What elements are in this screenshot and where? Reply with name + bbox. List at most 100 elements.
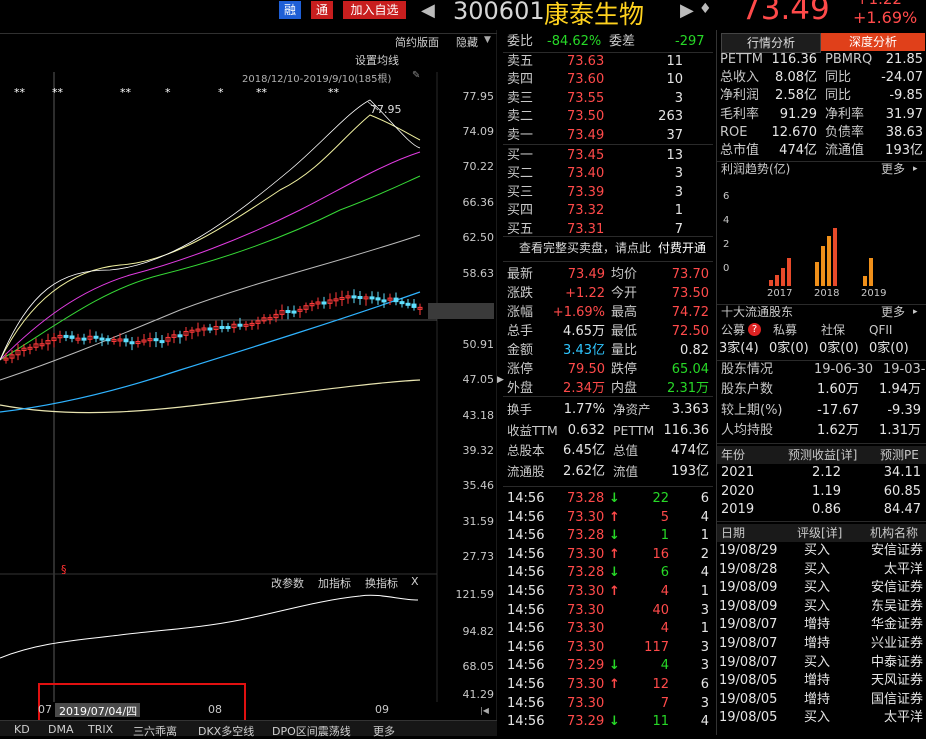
add-watchlist-button[interactable]: 加入自选 [343, 1, 406, 19]
candle [93, 335, 99, 339]
holder-value: 0家(0) [769, 341, 809, 356]
full-book-text: 查看完整买卖盘，请点此 [519, 241, 652, 255]
tick-price: 73.28 [567, 565, 605, 581]
forecast-year: 2021 [721, 465, 755, 480]
rating-value: 增持 [804, 636, 831, 651]
rating-date: 19/08/05 [719, 691, 778, 707]
tick-price: 73.30 [567, 677, 605, 692]
signal-mark: § [61, 563, 67, 576]
tick-volume: 40 [652, 602, 669, 618]
candle [411, 303, 417, 308]
rating-date: 19/08/09 [719, 598, 778, 614]
connect-badge[interactable]: 通 [311, 1, 333, 19]
tick-price: 73.30 [567, 584, 605, 599]
quote-value: 1.77% [563, 402, 605, 417]
indicator-tick: 41.29 [462, 688, 495, 701]
add-indicator-button[interactable]: 加指标 [318, 575, 351, 591]
kline-chart-panel[interactable]: 简约版面 隐藏 ▼ 设置均线 2018/12/10-2019/9/10(185根… [0, 30, 497, 738]
rating-date: 19/08/07 [719, 636, 778, 651]
ma250-line [0, 379, 421, 414]
next-stock-icon[interactable]: ▶ [680, 0, 694, 21]
metric-label: 毛利率 [720, 106, 760, 122]
tick-price: 73.30 [567, 639, 605, 655]
metric-value: 474亿 [779, 143, 817, 158]
profit-bar [821, 246, 825, 286]
top10-holders-title: 十大流通股东 [721, 305, 794, 319]
star-mark: ** [328, 86, 339, 99]
metric-value: 2.58亿 [775, 88, 817, 104]
price-tick: 70.22 [462, 160, 495, 173]
help-icon[interactable]: ? [748, 323, 761, 336]
rating-head[interactable]: 评级[详] [797, 524, 842, 542]
bid-price: 73.39 [567, 184, 605, 200]
scroll-left-icon[interactable]: |◀ [480, 706, 489, 715]
forecast-eps: 1.19 [812, 483, 841, 499]
metric-label: 净利率 [825, 106, 865, 122]
tick-volume: 4 [660, 584, 669, 599]
chevron-right-icon[interactable]: ▸ [913, 307, 918, 317]
indicator-tick: 68.05 [462, 660, 495, 673]
metric-value: 193亿 [885, 143, 923, 158]
full-book-link[interactable]: 付费开通 [658, 239, 706, 257]
close-icon[interactable]: X [411, 575, 419, 588]
indicator-tab[interactable]: DMA [48, 723, 74, 736]
tick-price: 73.30 [567, 621, 605, 637]
indicator-tab[interactable]: DPO区间震荡线 [272, 723, 351, 739]
quote-label: 跌停 [611, 362, 638, 377]
tick-volume: 12 [652, 677, 669, 692]
margin-badge[interactable]: 融 [279, 1, 301, 19]
metric-label: 同比 [825, 70, 852, 86]
profit-y-tick: 6 [723, 191, 730, 202]
star-mark: * [218, 86, 224, 99]
weicha-value: -297 [675, 34, 705, 49]
profit-trend-chart [769, 228, 873, 286]
edit-params-button[interactable]: 改参数 [271, 575, 304, 591]
tick-time: 14:56 [507, 565, 545, 581]
indicator-tab[interactable]: 三六乖离 [133, 723, 177, 739]
tab-deep-analysis[interactable]: 深度分析 [821, 33, 925, 51]
forecast-eps: 2.12 [812, 465, 841, 480]
rating-org: 华金证券 [870, 617, 923, 633]
tick-time: 14:56 [507, 602, 545, 618]
tick-count: 4 [700, 509, 709, 525]
holder-type: 社保 [821, 323, 846, 337]
chevron-right-icon[interactable]: ▸ [913, 164, 918, 174]
quote-value: +1.22 [565, 286, 605, 301]
switch-indicator-button[interactable]: 换指标 [365, 575, 398, 591]
bell-icon[interactable]: ♦ [699, 1, 712, 17]
price-tick: 66.36 [462, 196, 495, 209]
bid-price: 73.40 [567, 166, 605, 182]
tab-market-analysis[interactable]: 行情分析 [721, 33, 821, 53]
candle [69, 335, 75, 339]
profit-y-tick: 0 [723, 263, 730, 274]
rating-date: 19/08/05 [719, 673, 778, 689]
indicator-tab[interactable]: 更多 [373, 723, 395, 739]
rating-org: 安信证券 [870, 543, 923, 558]
quote-label: 涨停 [507, 362, 534, 377]
bid-volume: 3 [674, 184, 683, 200]
bid-volume: 3 [674, 166, 683, 182]
forecast-head[interactable]: 预测收益[详] [788, 446, 857, 464]
price-change: +1.22 [856, 0, 902, 8]
candle [351, 295, 357, 299]
rating-org: 天风证券 [870, 673, 923, 689]
indicator-tab[interactable]: DKX多空线 [198, 723, 254, 739]
tick-direction-icon: ↑ [609, 584, 620, 599]
indicator-tab[interactable]: KD [14, 723, 30, 736]
forecast-pe: 84.47 [883, 502, 921, 517]
indicator-tab[interactable]: TRIX [88, 723, 113, 736]
prev-stock-icon[interactable]: ◀ [421, 0, 435, 21]
candle [405, 302, 411, 306]
more-link[interactable]: 更多 [881, 160, 905, 178]
price-change-pct: +1.69% [853, 8, 918, 27]
weicha-label: 委差 [609, 34, 636, 49]
more-link[interactable]: 更多 [881, 303, 905, 321]
holder-value: 3家(4) [719, 341, 759, 356]
date-axis-label: 08 [208, 703, 222, 716]
metric-label: PETTM [720, 52, 763, 67]
rating-date: 19/08/05 [719, 710, 778, 726]
price-tick: 77.95 [462, 90, 495, 103]
holder-type: 公募 [721, 323, 746, 337]
metric-label: 总收入 [720, 70, 760, 86]
bid-label: 买一 [507, 148, 534, 163]
